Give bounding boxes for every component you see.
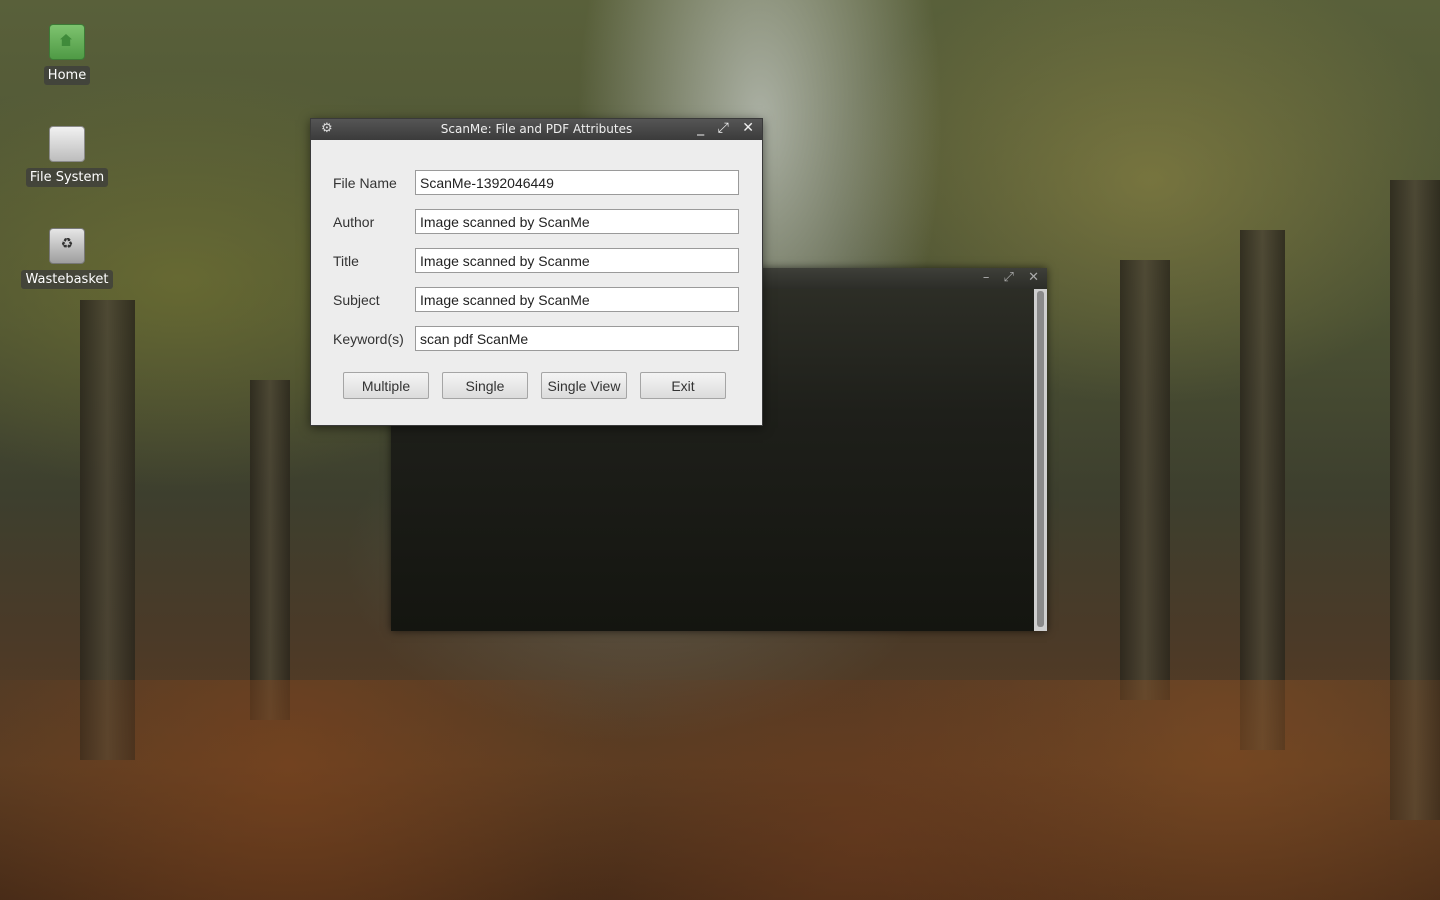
file-name-field[interactable]	[415, 170, 739, 195]
keywords-row: Keyword(s)	[333, 326, 739, 353]
maximize-icon[interactable]: ⤢	[718, 120, 729, 136]
dialog-titlebar[interactable]: ⚙ ScanMe: File and PDF Attributes _ ⤢ ✕	[311, 119, 762, 140]
tree-trunk	[250, 380, 290, 720]
desktop-icon-label: Home	[43, 66, 91, 85]
subject-field[interactable]	[415, 287, 739, 312]
exit-button[interactable]: Exit	[640, 372, 726, 399]
desktop-icon-label: File System	[25, 168, 109, 187]
subject-row: Subject	[333, 287, 739, 314]
close-icon[interactable]: ✕	[742, 120, 754, 136]
minimize-icon[interactable]: _	[697, 120, 704, 136]
author-label: Author	[333, 214, 375, 230]
vertical-scrollbar[interactable]	[1034, 289, 1047, 631]
drive-icon	[49, 126, 85, 162]
scrollbar-thumb[interactable]	[1037, 291, 1044, 627]
author-field[interactable]	[415, 209, 739, 234]
title-row: Title	[333, 248, 739, 275]
attributes-dialog: ⚙ ScanMe: File and PDF Attributes _ ⤢ ✕ …	[310, 118, 763, 426]
maximize-icon[interactable]: ⤢	[1004, 270, 1014, 285]
desktop-icon-label: Wastebasket	[21, 270, 113, 289]
trash-icon	[49, 228, 85, 264]
single-view-button[interactable]: Single View	[541, 372, 627, 399]
single-button[interactable]: Single	[442, 372, 528, 399]
title-label: Title	[333, 253, 359, 269]
close-icon[interactable]: ✕	[1028, 270, 1039, 285]
keywords-field[interactable]	[415, 326, 739, 351]
multiple-button[interactable]: Multiple	[343, 372, 429, 399]
file-name-label: File Name	[333, 175, 397, 191]
fallen-leaves	[0, 680, 1440, 900]
desktop-icon-wastebasket[interactable]: Wastebasket	[12, 228, 122, 289]
title-field[interactable]	[415, 248, 739, 273]
file-name-row: File Name	[333, 170, 739, 197]
subject-label: Subject	[333, 292, 380, 308]
desktop-icon-home[interactable]: Home	[12, 24, 122, 85]
tree-trunk	[1120, 260, 1170, 700]
minimize-icon[interactable]: –	[983, 270, 990, 285]
tree-trunk	[1240, 230, 1285, 750]
keywords-label: Keyword(s)	[333, 331, 404, 347]
home-folder-icon	[49, 24, 85, 60]
author-row: Author	[333, 209, 739, 236]
desktop-icon-file-system[interactable]: File System	[12, 126, 122, 187]
